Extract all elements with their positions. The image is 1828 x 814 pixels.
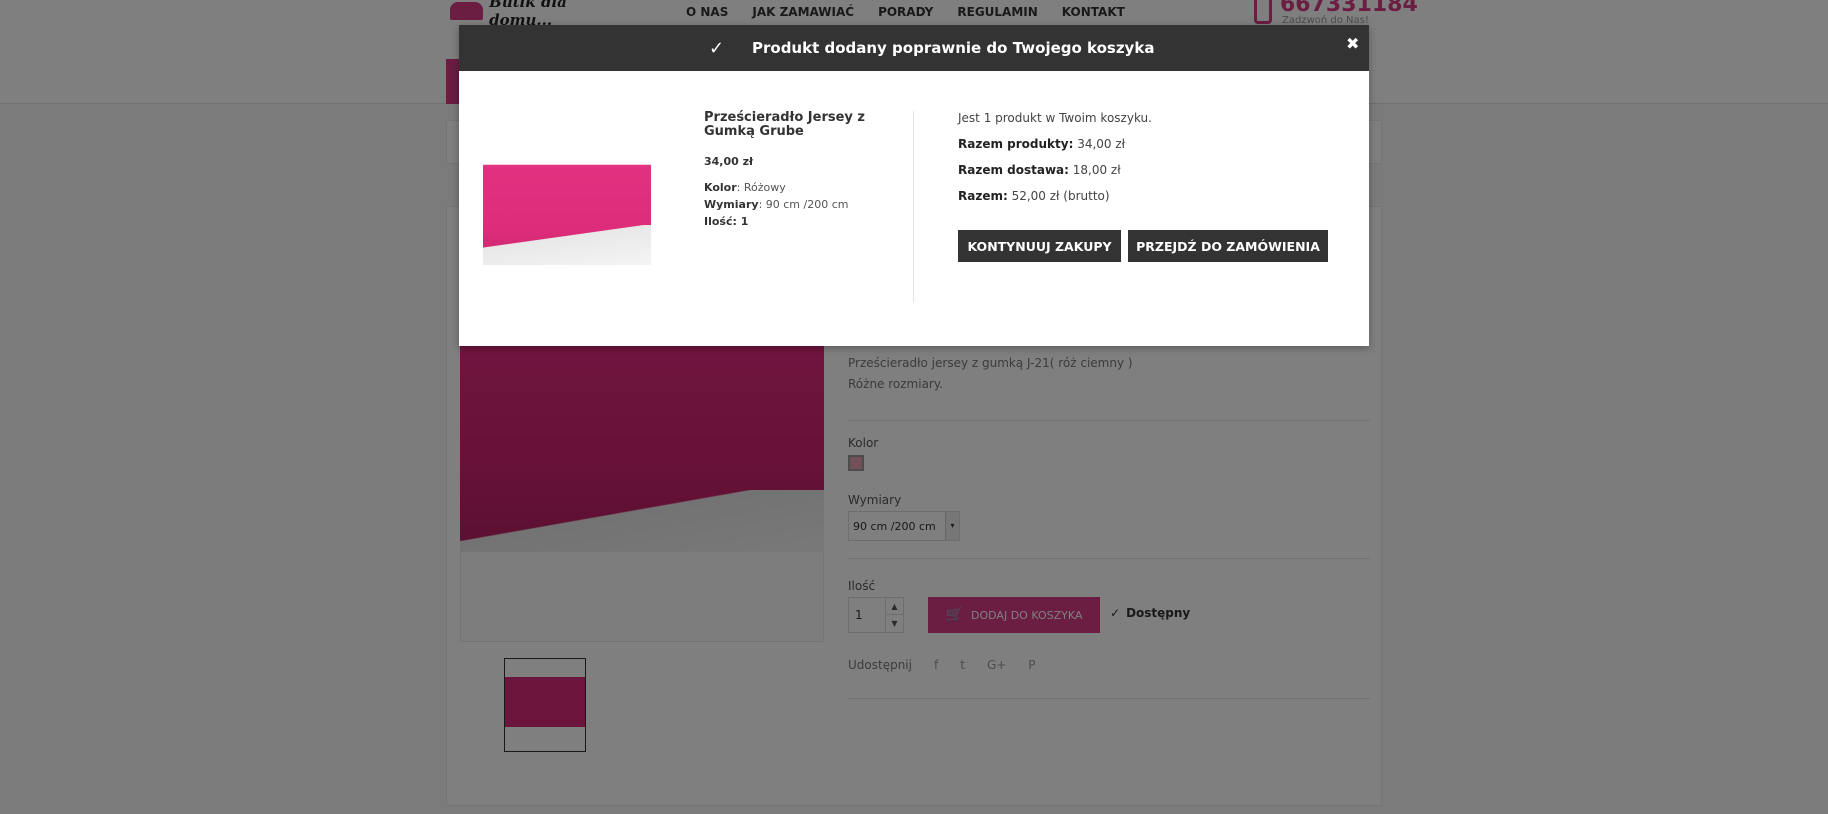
continue-shopping-button[interactable]: KONTYNUUJ ZAKUPY — [958, 230, 1121, 262]
total-products: Razem produkty: 34,00 zł — [958, 137, 1125, 151]
grand-total: Razem: 52,00 zł (brutto) — [958, 189, 1110, 203]
modal-product-price: 34,00 zł — [704, 155, 754, 168]
modal-product-quantity: Ilość: 1 — [704, 215, 748, 228]
modal-product-image-fold — [483, 225, 651, 265]
check-icon: ✓ — [709, 38, 725, 59]
total-shipping-label: Razem dostawa: — [958, 163, 1069, 177]
attr-color-label: Kolor — [704, 181, 737, 194]
attr-size-value: : 90 cm /200 cm — [758, 198, 849, 211]
cart-added-modal: ✓ Produkt dodany poprawnie do Twojego ko… — [459, 25, 1369, 346]
modal-divider — [913, 111, 914, 303]
modal-product-name: Prześcieradło Jersey z Gumką Grube — [704, 110, 865, 139]
modal-product-color: Kolor: Różowy — [704, 181, 786, 194]
grand-total-label: Razem: — [958, 189, 1008, 203]
attr-size-label: Wymiary — [704, 198, 759, 211]
modal-header: ✓ Produkt dodany poprawnie do Twojego ko… — [459, 25, 1369, 71]
attr-qty: Ilość: 1 — [704, 215, 749, 228]
modal-product-size: Wymiary: 90 cm /200 cm — [704, 198, 848, 211]
close-icon[interactable]: ✖ — [1346, 34, 1359, 53]
modal-title: Produkt dodany poprawnie do Twojego kosz… — [752, 39, 1155, 57]
proceed-to-checkout-button[interactable]: PRZEJDŹ DO ZAMÓWIENIA — [1128, 230, 1328, 262]
grand-total-value: 52,00 zł (brutto) — [1007, 189, 1110, 203]
total-products-value: 34,00 zł — [1073, 137, 1126, 151]
attr-color-value: : Różowy — [736, 181, 786, 194]
total-shipping: Razem dostawa: 18,00 zł — [958, 163, 1121, 177]
cart-count-text: Jest 1 produkt w Twoim koszyku. — [958, 111, 1152, 125]
total-shipping-value: 18,00 zł — [1068, 163, 1121, 177]
total-products-label: Razem produkty: — [958, 137, 1074, 151]
